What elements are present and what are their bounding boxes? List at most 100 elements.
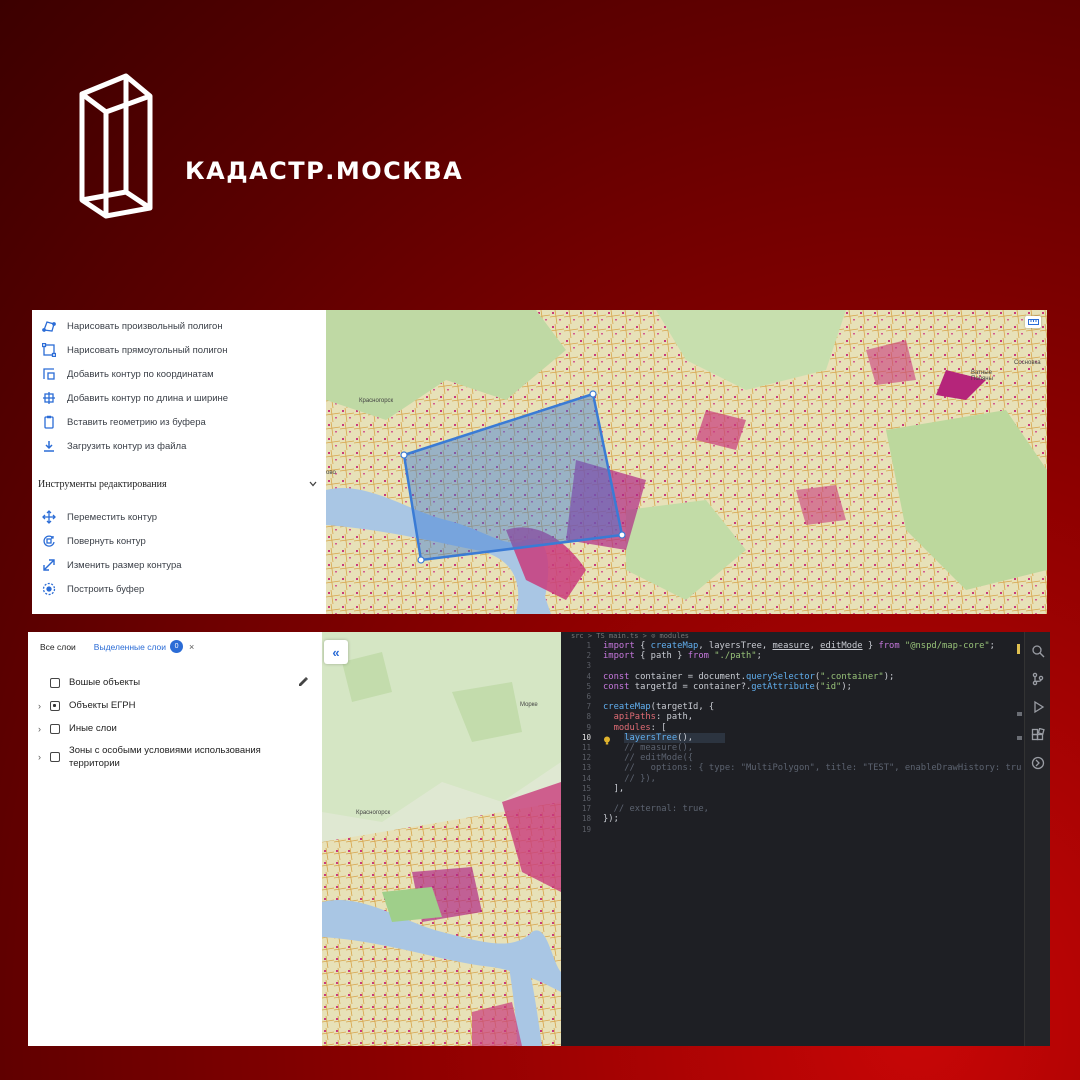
selected-count-badge: 0	[170, 640, 184, 653]
editor-activity-bar	[1024, 632, 1050, 1046]
tools-menu: Нарисовать произвольный полигон Нарисова…	[32, 310, 326, 614]
upload-icon	[42, 439, 56, 453]
scroll-marker	[1017, 736, 1022, 740]
clipboard-icon	[42, 415, 56, 429]
line-number: 7	[586, 702, 591, 712]
drawing-tools-panel: Нарисовать произвольный полигон Нарисова…	[32, 310, 1047, 614]
line-number: 17	[581, 804, 591, 814]
line-number: 3	[586, 661, 591, 671]
layers-and-code-panel: Все слои Выделенные слои 0 × Вошые объек…	[28, 632, 1050, 1046]
chevron-right-icon[interactable]: ›	[38, 701, 50, 711]
tool-label: Переместить контур	[67, 511, 158, 523]
move-icon	[42, 510, 56, 524]
line-number: 6	[586, 692, 591, 702]
layer-item[interactable]: › Объекты ЕГРН	[38, 699, 291, 712]
dimensions-icon	[42, 391, 56, 405]
tab-selected-layers[interactable]: Выделенные слои	[94, 642, 166, 652]
brand-name: КАДАСТР.МОСКВА	[185, 157, 464, 185]
line-number: 2	[586, 651, 591, 661]
line-number: 11	[581, 743, 591, 753]
minimap-marker	[1017, 644, 1020, 654]
chevron-down-icon	[309, 481, 317, 487]
tool-label: Вставить геометрию из буфера	[67, 416, 206, 428]
layer-checkbox[interactable]	[50, 752, 60, 762]
layer-checkbox[interactable]	[50, 677, 60, 688]
tool-draw-polygon[interactable]: Нарисовать произвольный полигон	[42, 316, 223, 336]
line-number: 19	[581, 824, 591, 834]
line-number: 4	[586, 671, 591, 681]
chevron-right-icon[interactable]: ›	[38, 752, 50, 762]
polygon-draw-icon	[42, 319, 56, 333]
tool-move-contour[interactable]: Переместить контур	[42, 507, 157, 527]
tool-label: Изменить размер контура	[67, 559, 182, 571]
layer-label: Иные слои	[69, 723, 117, 734]
layer-item[interactable]: › Иные слои	[38, 722, 291, 735]
layers-panel: Все слои Выделенные слои 0 × Вошые объек…	[28, 632, 322, 1046]
layer-label: Вошые объекты	[69, 677, 141, 688]
map-label: Сосновка	[1014, 360, 1041, 366]
tool-add-by-dimensions[interactable]: Добавить контур по длина и ширине	[42, 388, 228, 408]
kadastr-logo	[79, 73, 153, 219]
layer-label: Объекты ЕГРН	[69, 700, 136, 711]
line-number: 16	[581, 794, 591, 804]
line-number: 9	[586, 722, 591, 732]
search-icon[interactable]	[1031, 644, 1045, 658]
map-view-bottom[interactable]: Красногорск Морке	[322, 632, 561, 1046]
line-number: 5	[586, 681, 591, 691]
tool-label: Повернуть контур	[67, 535, 146, 547]
line-number: 15	[581, 783, 591, 793]
tool-rotate-contour[interactable]: Повернуть контур	[42, 531, 146, 551]
scroll-marker	[1017, 712, 1022, 716]
line-number: 13	[581, 763, 591, 773]
map-label: Морке	[520, 702, 538, 708]
collapse-panel-button[interactable]: «	[324, 640, 348, 664]
tool-upload-file[interactable]: Загрузить контур из файла	[42, 436, 186, 456]
tool-add-by-coordinates[interactable]: Добавить контур по координатам	[42, 364, 214, 384]
editor-breadcrumb: src > TS main.ts > ⊙ modules	[571, 632, 690, 640]
edit-tools-section-header[interactable]: Инструменты редактирования	[38, 474, 318, 494]
remote-icon[interactable]	[1031, 756, 1045, 770]
source-control-icon[interactable]	[1031, 672, 1045, 686]
tab-all-layers[interactable]: Все слои	[40, 642, 76, 652]
map-label: Ватные Поляны	[971, 370, 993, 382]
close-icon[interactable]: ×	[189, 642, 194, 652]
layers-tabs: Все слои Выделенные слои 0 ×	[40, 640, 194, 653]
code-editor[interactable]: src > TS main.ts > ⊙ modules 1 2 3 4 5 6 7 8 9 10…	[561, 632, 1050, 1046]
layer-checkbox[interactable]	[50, 723, 60, 734]
resize-icon	[42, 558, 56, 572]
line-numbers: 1 2 3 4 5 6 7 8 9 10 11 12 13 14 15 16 17 18 19	[561, 641, 591, 835]
chevron-right-icon[interactable]: ›	[38, 724, 50, 734]
line-number: 12	[581, 753, 591, 763]
tool-label: Загрузить контур из файла	[67, 440, 187, 452]
map-view-top[interactable]: Красногорск Ватные Поляны Сосновка ово	[326, 310, 1047, 614]
tool-draw-rectangle[interactable]: Нарисовать прямоугольный полигон	[42, 340, 227, 360]
tool-build-buffer[interactable]: Построить буфер	[42, 579, 144, 599]
layer-item[interactable]: › Зоны с особыми условиями использования…	[38, 744, 291, 770]
map-label: Красногорск	[359, 398, 394, 404]
tool-resize-contour[interactable]: Изменить размер контура	[42, 555, 182, 575]
extensions-icon[interactable]	[1031, 728, 1045, 742]
line-number: 10	[581, 732, 591, 742]
ruler-button[interactable]	[1025, 316, 1041, 328]
rectangle-draw-icon	[42, 343, 56, 357]
tool-paste-geometry[interactable]: Вставить геометрию из буфера	[42, 412, 206, 432]
tool-label: Добавить контур по длина и ширине	[67, 392, 229, 404]
map-label: Красногорск	[356, 810, 391, 816]
tool-label: Нарисовать прямоугольный полигон	[67, 344, 228, 356]
layer-checkbox[interactable]	[50, 700, 60, 711]
rotate-icon	[42, 534, 56, 548]
code-content[interactable]: import { createMap, layersTree, measure,…	[603, 641, 1021, 825]
layer-label: Зоны с особыми условиями использования т…	[69, 745, 261, 769]
tool-label: Добавить контур по координатам	[67, 368, 214, 380]
tool-label: Нарисовать произвольный полигон	[67, 320, 223, 332]
ruler-icon	[1027, 319, 1039, 325]
coordinates-icon	[42, 367, 56, 381]
line-number: 14	[581, 773, 591, 783]
line-number: 8	[586, 712, 591, 722]
run-debug-icon[interactable]	[1031, 700, 1045, 714]
line-number: 1	[586, 641, 591, 650]
buffer-icon	[42, 582, 56, 596]
line-number: 18	[581, 814, 591, 824]
layer-item[interactable]: Вошые объекты	[38, 676, 291, 689]
pencil-icon[interactable]	[298, 676, 309, 687]
